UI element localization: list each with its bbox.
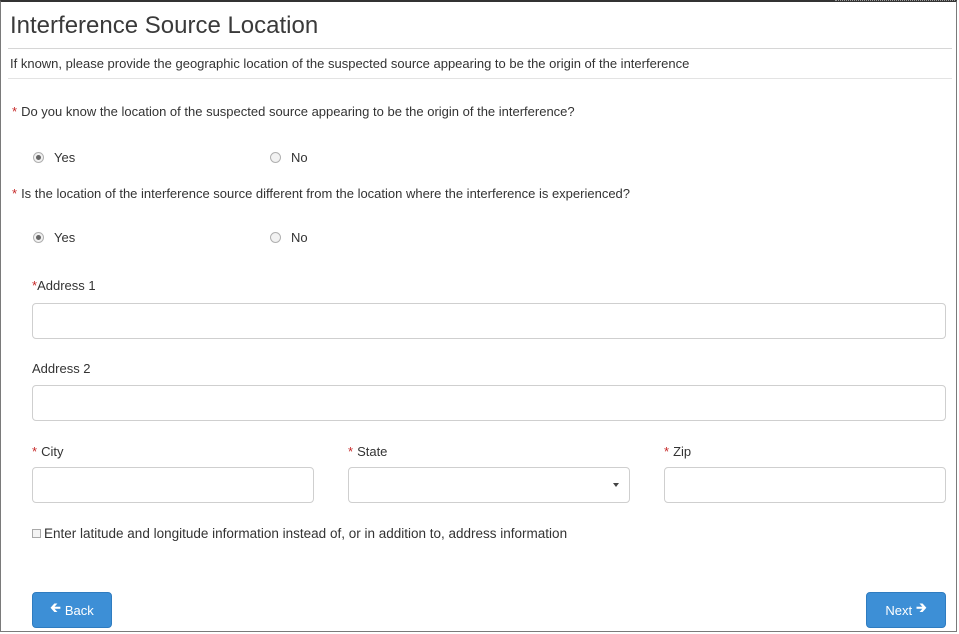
radio-button-selected[interactable]: [33, 232, 44, 243]
address2-input[interactable]: [32, 385, 946, 421]
arrow-right-icon: 🡲: [916, 600, 927, 615]
address1-input[interactable]: [32, 303, 946, 339]
top-right-edge-mark: [835, 0, 955, 9]
address2-label: Address 2: [32, 361, 91, 376]
q2-no-label: No: [291, 230, 308, 245]
radio-button[interactable]: [270, 232, 281, 243]
question-known-location: * Do you know the location of the suspect…: [12, 104, 575, 119]
page-title: Interference Source Location: [10, 12, 319, 39]
zip-label: * Zip: [664, 444, 691, 459]
state-label-text: State: [357, 444, 388, 459]
page-subtitle: If known, please provide the geographic …: [10, 56, 690, 71]
q1-no-label: No: [291, 150, 308, 165]
required-marker: *: [12, 186, 18, 201]
caret-down-icon: [613, 483, 619, 487]
address1-label-text: Address 1: [37, 278, 96, 293]
back-button[interactable]: 🡰 Back: [32, 592, 112, 628]
question-different-location: * Is the location of the interference sou…: [12, 186, 630, 201]
zip-label-text: Zip: [673, 444, 692, 459]
latlong-label: Enter latitude and longitude information…: [44, 526, 568, 541]
q1-yes-label: Yes: [54, 150, 76, 165]
q2-yes-option[interactable]: Yes: [33, 230, 75, 245]
required-marker: *: [664, 444, 670, 459]
question-text: Is the location of the interference sour…: [21, 186, 631, 201]
q1-no-option[interactable]: No: [270, 150, 308, 165]
city-label-text: City: [41, 444, 64, 459]
latlong-checkbox-row[interactable]: Enter latitude and longitude information…: [32, 526, 567, 541]
address1-label: *Address 1: [32, 278, 96, 293]
q1-yes-option[interactable]: Yes: [33, 150, 75, 165]
radio-button-selected[interactable]: [33, 152, 44, 163]
next-button[interactable]: Next 🡲: [866, 592, 946, 628]
back-button-label: Back: [64, 602, 94, 618]
city-input[interactable]: [32, 467, 314, 503]
required-marker: *: [12, 104, 18, 119]
question-text: Do you know the location of the suspecte…: [21, 104, 575, 119]
state-select[interactable]: [348, 467, 630, 503]
required-marker: *: [348, 444, 354, 459]
next-button-label: Next: [885, 602, 913, 618]
title-divider: [8, 48, 952, 49]
q2-no-option[interactable]: No: [270, 230, 308, 245]
radio-button[interactable]: [270, 152, 281, 163]
latlong-checkbox[interactable]: [32, 529, 41, 538]
zip-input[interactable]: [664, 467, 946, 503]
subtitle-divider: [8, 78, 952, 79]
state-label: * State: [348, 444, 387, 459]
city-label: * City: [32, 444, 63, 459]
arrow-left-icon: 🡰: [50, 600, 61, 615]
required-marker: *: [32, 444, 38, 459]
q2-yes-label: Yes: [54, 230, 76, 245]
